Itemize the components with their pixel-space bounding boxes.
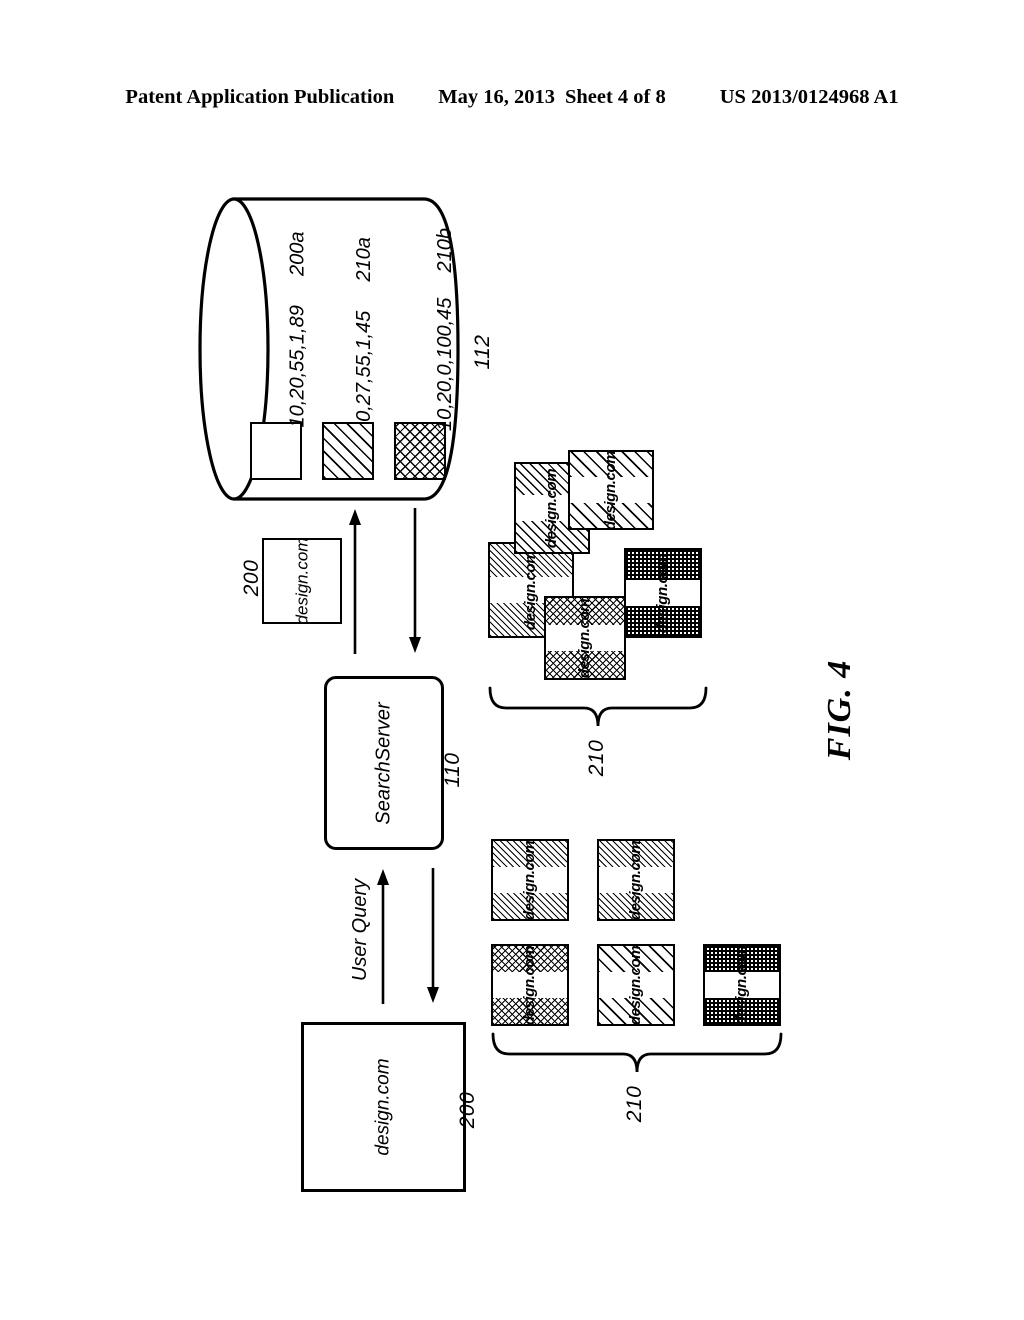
result-tile-top-3-label: design.com [654,553,672,633]
result-tile-top-1: design.com [568,450,654,530]
result-tile-top-1-label: design.com [602,450,620,530]
result-tile-top-1-strip: design.com [570,452,652,528]
result-tile-bottom-4-strip: design.com [705,946,779,1024]
uploaded-image-ref-200: 200 [240,559,263,597]
database-ref-112: 112 [471,334,494,370]
db-record-ref-2: 210b [434,227,457,273]
arrow-up-to-database [349,509,361,654]
result-tile-top-4-label: design.com [576,598,594,678]
result-tile-bottom-2-label: design.com [521,945,539,1025]
results-bottom-ref-210: 210 [623,1085,646,1123]
db-record-ref-0: 200a [286,231,309,277]
arrow-down-from-database [409,508,421,653]
result-tile-bottom-3-label: design.com [627,945,645,1025]
result-tile-bottom-0: design.com [491,839,569,921]
source-image-label: design.com [372,1058,394,1156]
source-image-ref-200: 200 [456,1091,479,1129]
result-tile-bottom-1-strip: design.com [599,841,673,919]
figure-caption-text: FIG. 4 [821,659,858,761]
results-top-ref-210: 210 [585,739,608,777]
db-record-box-200a [250,422,302,480]
search-server-label: SearchServer [372,701,395,825]
figure-caption: FIG. 4 [785,655,895,765]
result-tile-bottom-0-strip: design.com [493,841,567,919]
result-tile-top-4: design.com [544,596,626,680]
result-tile-top-3: design.com [624,548,702,638]
result-tile-bottom-3: design.com [597,944,675,1026]
db-record-ref-1: 210a [352,237,375,282]
user-query-label: User Query [348,878,371,982]
db-record-box-210a [322,422,374,480]
result-tile-bottom-3-strip: design.com [599,946,673,1024]
uploaded-image-label: design.com [292,537,311,625]
result-tile-top-2-label: design.com [522,550,540,630]
result-tile-top-3-strip: design.com [626,553,700,633]
arrow-down-results [427,868,439,1003]
results-top-brace [488,686,708,727]
result-tile-bottom-4: design.com [703,944,781,1026]
results-bottom-brace [491,1032,783,1073]
patent-figure: 10,20,55,1,89 200a 0,27,55,1,45 210a 10,… [0,0,1024,1320]
result-tile-top-4-strip: design.com [546,598,624,678]
result-tile-bottom-1-label: design.com [627,840,645,920]
result-tile-bottom-1: design.com [597,839,675,921]
result-tile-bottom-4-label: design.com [733,945,751,1025]
result-tile-top-0-label: design.com [543,468,561,548]
search-server-ref-110: 110 [441,752,464,788]
database-cylinder [196,196,464,502]
result-tile-bottom-2: design.com [491,944,569,1026]
result-tile-bottom-0-label: design.com [521,840,539,920]
result-tile-bottom-2-strip: design.com [493,946,567,1024]
